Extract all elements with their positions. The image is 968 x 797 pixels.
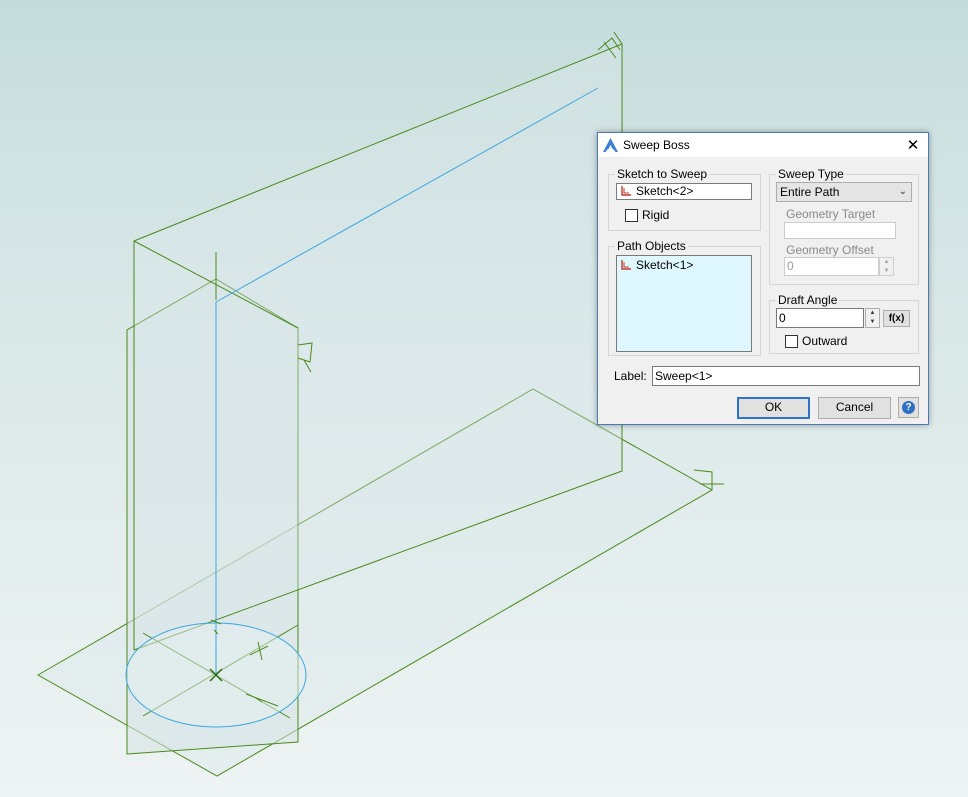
geometry-target-field: [784, 222, 896, 239]
draft-angle-field[interactable]: 0: [776, 308, 864, 328]
sketch-icon: [621, 260, 631, 270]
geometry-offset-field: 0: [784, 257, 879, 276]
spin-up-icon: ▲: [883, 259, 890, 265]
draft-angle-label: Draft Angle: [776, 293, 840, 307]
sweep-app-icon: [603, 138, 618, 153]
chevron-down-icon: ⌄: [898, 186, 907, 197]
list-item[interactable]: Sketch<1>: [619, 258, 693, 272]
sweep-type-label: Sweep Type: [776, 167, 846, 181]
spin-up-icon[interactable]: ▲: [866, 309, 879, 318]
dialog-titlebar[interactable]: Sweep Boss ✕: [598, 133, 928, 157]
help-icon: ?: [902, 401, 915, 414]
path-object-label: Sketch<1>: [636, 258, 694, 272]
label-field[interactable]: Sweep<1>: [652, 366, 920, 386]
sketch-to-sweep-field[interactable]: Sketch<2>: [616, 183, 752, 200]
close-icon: ✕: [906, 137, 920, 154]
sweep-type-select[interactable]: Entire Path ⌄: [776, 182, 912, 202]
rigid-checkbox[interactable]: [625, 209, 638, 222]
spin-down-icon: ▼: [883, 267, 890, 274]
sweep-type-value: Entire Path: [780, 185, 840, 199]
geometry-target-label: Geometry Target: [786, 207, 876, 221]
geometry-offset-spinner: ▲ ▼: [879, 257, 894, 276]
sketch-to-sweep-value: Sketch<2>: [636, 184, 694, 198]
spin-down-icon[interactable]: ▼: [866, 318, 879, 327]
rigid-label: Rigid: [642, 208, 670, 222]
geometry-offset-label: Geometry Offset: [786, 243, 874, 257]
cancel-button[interactable]: Cancel: [818, 397, 891, 419]
draft-angle-spinner[interactable]: ▲ ▼: [865, 308, 880, 328]
sketch-icon: [621, 186, 631, 196]
path-objects-label: Path Objects: [615, 239, 688, 253]
dialog-title: Sweep Boss: [623, 138, 690, 152]
sketch-to-sweep-label: Sketch to Sweep: [615, 167, 710, 181]
close-button[interactable]: ✕: [898, 133, 928, 157]
outward-checkbox[interactable]: [785, 335, 798, 348]
formula-button[interactable]: f(x): [883, 310, 910, 327]
help-button[interactable]: ?: [898, 397, 919, 418]
ok-button[interactable]: OK: [737, 397, 810, 419]
sweep-boss-dialog: Sweep Boss ✕ Sketch to Sweep Sketch<2> R…: [597, 132, 929, 425]
label-caption: Label:: [614, 369, 647, 383]
outward-label: Outward: [802, 334, 848, 348]
path-objects-list[interactable]: Sketch<1>: [616, 255, 752, 352]
